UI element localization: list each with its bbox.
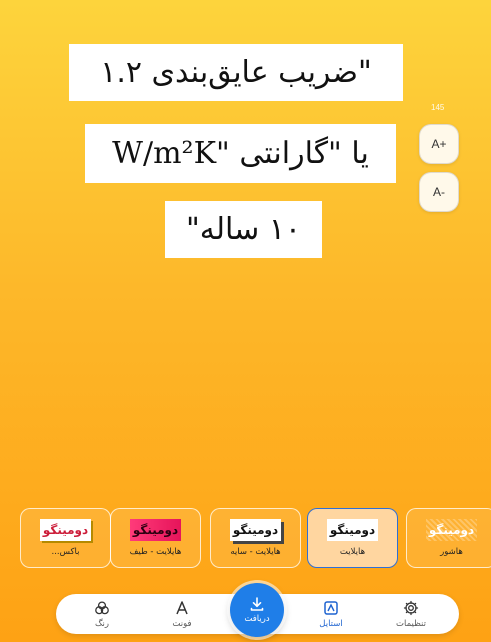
- style-card-label: هاشور: [440, 547, 463, 557]
- style-card-box[interactable]: دومینگو باکس...: [20, 508, 111, 568]
- nav-color[interactable]: رنگ: [72, 594, 132, 634]
- increase-font-size-button[interactable]: A+: [419, 124, 459, 164]
- nav-settings[interactable]: تنظیمات: [381, 594, 441, 634]
- style-preview: دومینگو: [129, 519, 182, 541]
- nav-settings-label: تنظیمات: [396, 618, 426, 629]
- style-card-highlight-shadow[interactable]: دومینگو هایلایت - سایه: [210, 508, 301, 568]
- nav-style[interactable]: استایل: [301, 594, 361, 634]
- quote-line-2[interactable]: W/m²K" یا "گارانتی: [85, 124, 396, 183]
- download-button[interactable]: دریافت: [230, 583, 284, 637]
- font-size-readout: 145: [431, 103, 445, 112]
- style-card-label: هایلایت: [339, 547, 366, 557]
- download-icon: [250, 597, 264, 611]
- style-card-label: هایلایت - طیف: [129, 547, 182, 557]
- style-carousel[interactable]: دومینگو باکس... دومینگو هایلایت - طیف دو…: [0, 505, 491, 569]
- style-preview: دومینگو: [39, 519, 92, 541]
- download-label: دریافت: [244, 614, 270, 624]
- style-card-highlight-gradient[interactable]: دومینگو هایلایت - طیف: [110, 508, 201, 568]
- style-card-label: هایلایت - سایه: [230, 547, 281, 557]
- style-preview: دومینگو: [326, 519, 379, 541]
- gear-icon: [403, 600, 419, 615]
- nav-font-label: فونت: [172, 618, 192, 629]
- quote-line-3[interactable]: ۱۰ ساله": [165, 201, 322, 258]
- nav-font[interactable]: فونت: [152, 594, 212, 634]
- style-preview: دومینگو: [425, 519, 478, 541]
- style-card-label: باکس...: [51, 547, 80, 557]
- style-card-highlight[interactable]: دومینگو هایلایت: [307, 508, 398, 568]
- decrease-font-size-button[interactable]: A-: [419, 172, 459, 212]
- font-icon: [176, 600, 188, 614]
- quote-line-1[interactable]: "ضریب عایق‌بندی ۱.۲: [69, 44, 403, 101]
- nav-color-label: رنگ: [94, 618, 110, 629]
- nav-style-label: استایل: [319, 618, 343, 629]
- palette-icon: [95, 600, 109, 614]
- style-preview: دومینگو: [229, 519, 282, 541]
- style-card-hatch[interactable]: دومینگو هاشور: [406, 508, 491, 568]
- style-icon: [324, 600, 338, 615]
